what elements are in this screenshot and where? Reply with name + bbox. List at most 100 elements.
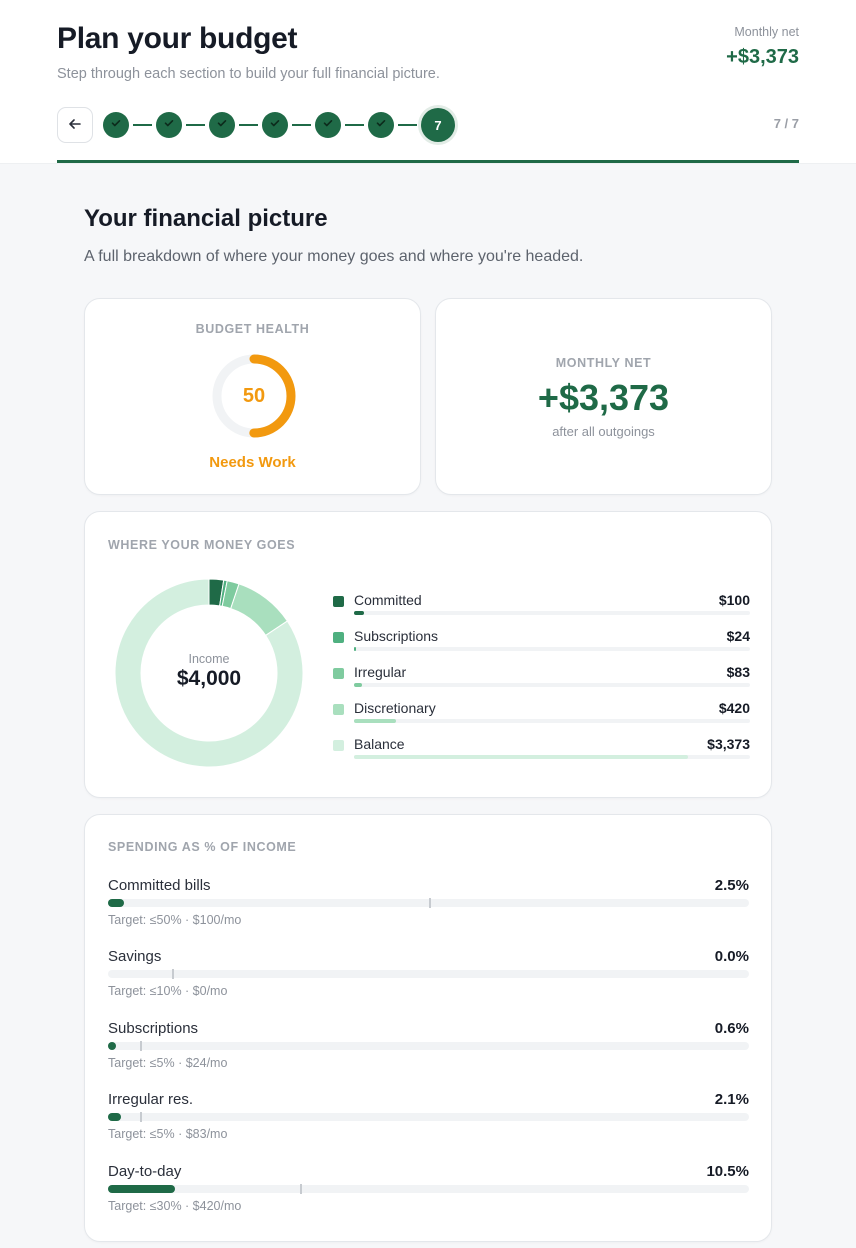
spending-bar-fill: [108, 1113, 122, 1121]
legend-bar-track: [354, 755, 750, 759]
back-button[interactable]: [57, 107, 93, 143]
spending-category: Subscriptions: [108, 1020, 199, 1037]
money-breakdown-label: WHERE YOUR MONEY GOES: [108, 538, 296, 552]
step-complete: [209, 112, 235, 138]
monthly-net-caption: after all outgoings: [552, 424, 655, 439]
step-complete: [103, 112, 129, 138]
legend-bar-track: [354, 647, 750, 651]
page-subtitle: Step through each section to build your …: [57, 66, 440, 82]
check-icon: [216, 116, 228, 134]
legend-bar-fill: [354, 611, 364, 615]
spending-label: SPENDING AS % OF INCOME: [108, 840, 297, 854]
spending-row: Subscriptions 0.6% Target: ≤5% · $24/mo: [108, 1020, 749, 1082]
legend-name: Committed: [354, 592, 422, 608]
legend-swatch: [333, 668, 344, 679]
spending-category: Committed bills: [108, 877, 211, 894]
spending-row: Irregular res. 2.1% Target: ≤5% · $83/mo: [108, 1091, 749, 1153]
step-connector: [398, 124, 417, 126]
legend-bar-fill: [354, 683, 363, 687]
spending-percent: 0.6%: [714, 1020, 749, 1037]
step-connector: [345, 124, 364, 126]
health-score: 50: [242, 384, 266, 407]
legend-bar-track: [354, 611, 750, 615]
legend-row: Committed $100: [333, 592, 750, 628]
spending-target-marker: [300, 1184, 303, 1194]
spending-category: Day-to-day: [108, 1163, 182, 1180]
step-complete: [315, 112, 341, 138]
donut-center-value: $4,000: [176, 667, 242, 690]
spending-bar-track: [108, 1041, 749, 1051]
legend-bar-fill: [354, 719, 396, 723]
spending-percent: 2.1%: [714, 1091, 749, 1108]
monthly-net-value: +$3,373: [726, 46, 799, 68]
check-icon: [375, 116, 387, 134]
spending-row: Committed bills 2.5% Target: ≤50% · $100/m…: [108, 877, 749, 939]
spending-bar-track: [108, 898, 749, 908]
legend-name: Discretionary: [354, 700, 436, 716]
legend-name: Balance: [354, 736, 405, 752]
spending-percent: 0.0%: [714, 948, 749, 965]
monthly-net-amount: +$3,373: [537, 377, 670, 418]
spending-bar-track: [108, 969, 749, 979]
legend-swatch: [333, 740, 344, 751]
legend-swatch: [333, 632, 344, 643]
budget-health-card: BUDGET HEALTH 50 Needs Work: [84, 298, 421, 495]
budget-health-label: BUDGET HEALTH: [195, 322, 310, 336]
health-status: Needs Work: [209, 454, 296, 471]
header-bar: Plan your budget Step through each secti…: [0, 0, 856, 164]
legend-row: Subscriptions $24: [333, 628, 750, 664]
step-complete: [262, 112, 288, 138]
section-title: Your financial picture: [84, 205, 328, 232]
step-indicator: 7: [103, 108, 455, 142]
legend-amount: $420: [718, 700, 750, 716]
step-connector: [239, 124, 258, 126]
legend-row: Irregular $83: [333, 664, 750, 700]
legend-amount: $3,373: [707, 736, 750, 752]
check-icon: [110, 116, 122, 134]
step-complete: [368, 112, 394, 138]
check-icon: [322, 116, 334, 134]
legend-row: Balance $3,373: [333, 736, 750, 772]
spending-bar-fill: [108, 899, 125, 907]
legend-amount: $83: [726, 664, 750, 680]
spending-target: Target: ≤50% · $100/mo: [108, 913, 242, 927]
legend-row: Discretionary $420: [333, 700, 750, 736]
legend-swatch: [333, 704, 344, 715]
legend-bar-fill: [354, 755, 688, 759]
spending-target-marker: [172, 969, 175, 979]
spending-target-marker: [428, 898, 431, 908]
donut-center-label: Income: [188, 652, 230, 666]
legend-bar-track: [354, 683, 750, 687]
money-breakdown-card: WHERE YOUR MONEY GOES Income $4,000 Comm…: [84, 511, 772, 798]
step-counter: 7 / 7: [773, 116, 799, 131]
legend-amount: $24: [726, 628, 750, 644]
spending-category: Savings: [108, 948, 162, 965]
spending-target-marker: [140, 1041, 143, 1051]
arrow-left-icon: [68, 117, 82, 134]
spending-bar-track: [108, 1184, 749, 1194]
step-complete: [156, 112, 182, 138]
spending-row: Day-to-day 10.5% Target: ≤30% · $420/mo: [108, 1163, 749, 1225]
spending-card: SPENDING AS % OF INCOME Committed bills 2…: [84, 814, 772, 1242]
progress-bar: [57, 160, 799, 163]
page-title: Plan your budget: [57, 22, 298, 55]
legend-amount: $100: [718, 592, 750, 608]
legend-name: Irregular: [354, 664, 407, 680]
check-icon: [269, 116, 281, 134]
spending-target: Target: ≤5% · $83/mo: [108, 1127, 228, 1141]
monthly-net-label: Monthly net: [734, 25, 799, 39]
legend-swatch: [333, 596, 344, 607]
legend-bar-fill: [354, 647, 357, 651]
spending-target: Target: ≤30% · $420/mo: [108, 1199, 242, 1213]
spending-category: Irregular res.: [108, 1091, 194, 1108]
money-legend: Committed $100 Subscriptions $24 Irregular $8…: [333, 592, 750, 772]
step-connector: [292, 124, 311, 126]
spending-target: Target: ≤10% · $0/mo: [108, 984, 228, 998]
spending-target-marker: [140, 1112, 143, 1122]
step-current: 7: [421, 108, 455, 142]
section-subtitle: A full breakdown of where your money goe…: [84, 248, 584, 265]
spending-percent: 10.5%: [706, 1163, 749, 1180]
check-icon: [163, 116, 175, 134]
spending-percent: 2.5%: [714, 877, 749, 894]
spending-bar-fill: [108, 1042, 116, 1050]
